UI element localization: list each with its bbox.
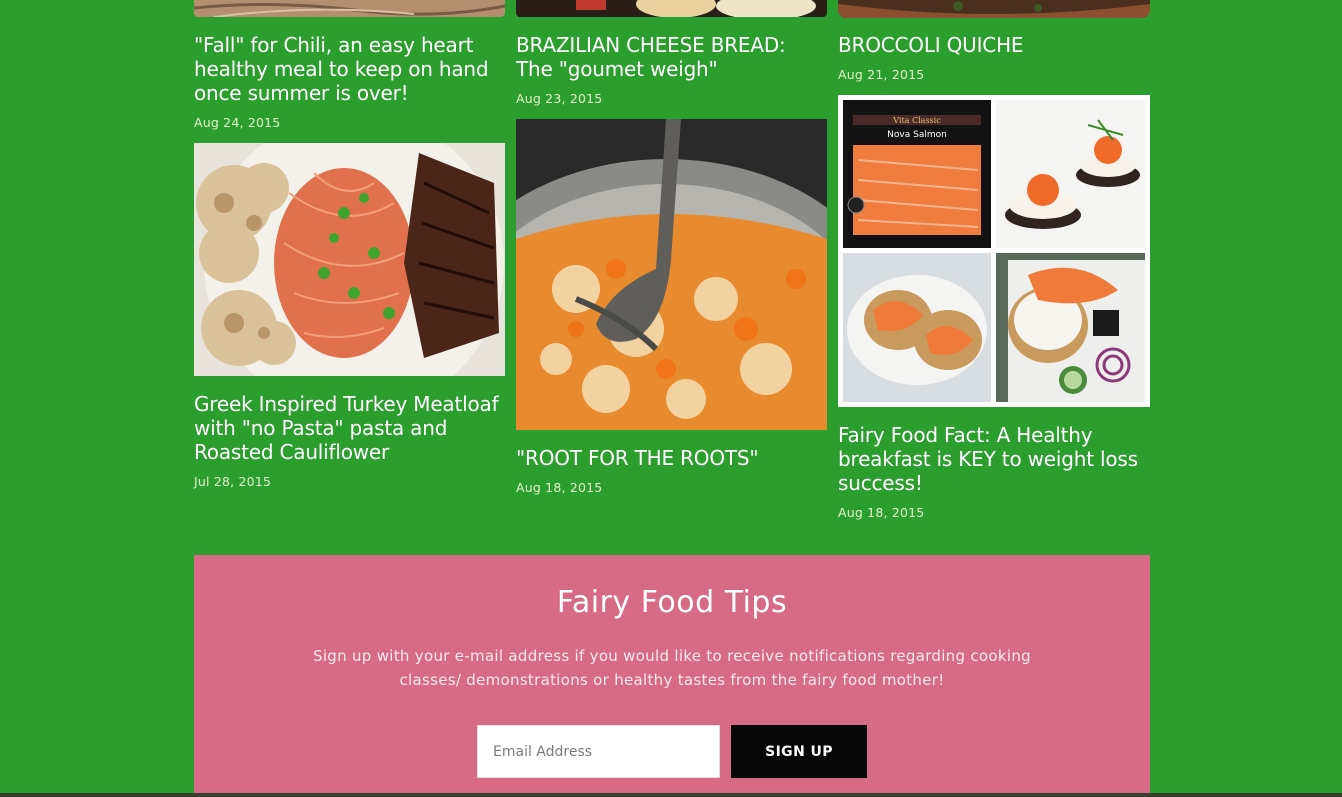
signup-title: Fairy Food Tips [556, 585, 788, 620]
post-title: BROCCOLI QUICHE [838, 33, 1149, 57]
post-date: Aug 23, 2015 [516, 91, 603, 106]
post-card-roots: "ROOT FOR THE ROOTS" Aug 18, 2015 [516, 446, 827, 495]
post-title: "Fall" for Chili, an easy heart healthy … [194, 33, 505, 105]
post-title: Greek Inspired Turkey Meatloaf with "no … [194, 392, 505, 464]
signup-description: Sign up with your e-mail address if you … [313, 647, 1031, 689]
salmon-product-text: Nova Salmon [887, 130, 947, 140]
post-title-link[interactable]: "Fall" for Chili, an easy heart healthy … [194, 33, 489, 105]
salmon-breakfast-image[interactable]: Vita Classic Nova Salmon [838, 95, 1150, 407]
post-date: Aug 24, 2015 [194, 115, 281, 130]
post-date: Aug 21, 2015 [838, 67, 925, 82]
post-title-link[interactable]: Fairy Food Fact: A Healthy breakfast is … [838, 423, 1138, 495]
post-title-link[interactable]: "ROOT FOR THE ROOTS" [516, 446, 759, 470]
post-title: "ROOT FOR THE ROOTS" [516, 446, 827, 470]
post-card-salmon: Fairy Food Fact: A Healthy breakfast is … [838, 423, 1149, 520]
salmon-brand-text: Vita Classic [892, 116, 941, 125]
post-card-meatloaf: Greek Inspired Turkey Meatloaf with "no … [194, 392, 505, 489]
meatloaf-image[interactable] [194, 143, 505, 376]
post-date: Aug 18, 2015 [516, 480, 603, 495]
email-field[interactable] [477, 725, 720, 778]
post-date: Jul 28, 2015 [194, 474, 272, 489]
footer-background-strip [0, 793, 1342, 797]
quiche-image-top[interactable] [838, 0, 1150, 18]
sign-up-button[interactable]: SIGN UP [731, 725, 867, 778]
chili-image-top[interactable] [194, 0, 505, 17]
post-title-link[interactable]: BRAZILIAN CHEESE BREAD: The "goumet weig… [516, 33, 786, 81]
newsletter-signup: Fairy Food Tips Sign up with your e-mail… [194, 555, 1150, 795]
post-date: Aug 18, 2015 [838, 505, 925, 520]
roots-image[interactable] [516, 119, 827, 430]
post-title-link[interactable]: BROCCOLI QUICHE [838, 33, 1024, 57]
post-title: Fairy Food Fact: A Healthy breakfast is … [838, 423, 1149, 495]
post-card-quiche: BROCCOLI QUICHE Aug 21, 2015 [838, 33, 1149, 82]
post-card-chili: "Fall" for Chili, an easy heart healthy … [194, 33, 505, 130]
post-title: BRAZILIAN CHEESE BREAD: The "goumet weig… [516, 33, 827, 81]
post-title-link[interactable]: Greek Inspired Turkey Meatloaf with "no … [194, 392, 499, 464]
cheese-bread-image-top[interactable] [516, 0, 827, 17]
post-card-cheese-bread: BRAZILIAN CHEESE BREAD: The "goumet weig… [516, 33, 827, 106]
